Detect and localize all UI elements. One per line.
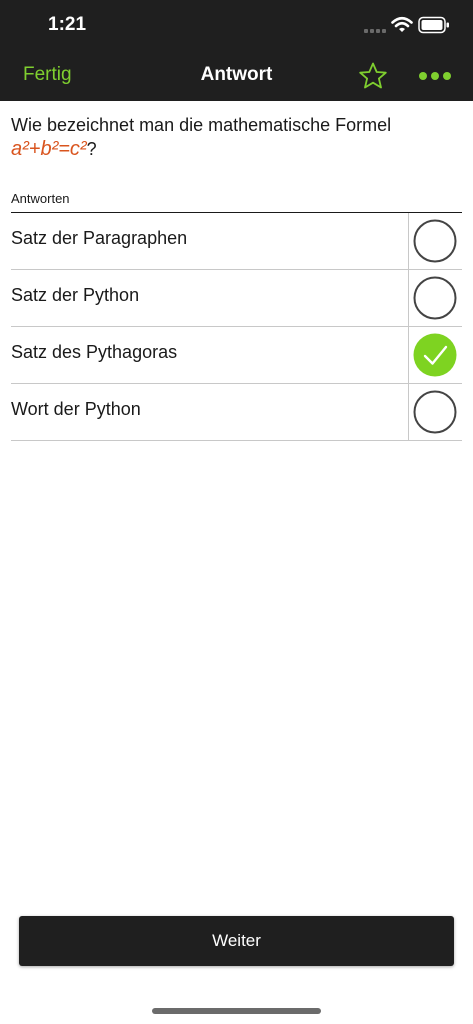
answer-divider (408, 270, 409, 327)
answer-row-3[interactable]: Satz des Pythagoras (11, 327, 462, 384)
answer-row-2[interactable]: Satz der Python (11, 270, 462, 327)
radio-unchecked-icon[interactable] (413, 276, 457, 320)
radio-unchecked-icon[interactable] (413, 390, 457, 434)
battery-icon (418, 16, 449, 34)
answer-row-4[interactable]: Wort der Python (11, 384, 462, 441)
question-formula: a²+b²=c² (11, 138, 87, 160)
answer-label: Satz der Paragraphen (11, 228, 188, 248)
status-time: 1:21 (48, 14, 87, 35)
answers-list: Satz der Paragraphen Satz der Python Sat… (11, 212, 462, 441)
question-text: Wie bezeichnet man die mathematische For… (11, 113, 461, 161)
nav-bar: Antwort Fertig (0, 52, 473, 101)
star-outline-icon[interactable] (358, 61, 388, 91)
next-button[interactable]: Weiter (19, 916, 454, 966)
signal-icon (364, 29, 386, 33)
answer-divider (408, 384, 409, 441)
answer-divider (408, 327, 409, 384)
radio-unchecked-icon[interactable] (413, 219, 457, 263)
answers-section-label: Antworten (11, 191, 70, 206)
home-indicator[interactable] (152, 1008, 321, 1014)
answer-divider (408, 213, 409, 270)
status-bar: 1:21 (0, 0, 473, 52)
wifi-icon (391, 16, 413, 32)
done-button[interactable]: Fertig (23, 64, 72, 86)
more-dots-icon[interactable] (418, 68, 452, 84)
answer-label: Satz der Python (11, 285, 140, 305)
question-body: Wie bezeichnet man die mathematische For… (11, 115, 392, 135)
answer-row-1[interactable]: Satz der Paragraphen (11, 213, 462, 270)
answer-label: Satz des Pythagoras (11, 342, 178, 362)
answer-label: Wort der Python (11, 399, 141, 419)
question-suffix: ? (86, 139, 97, 159)
check-circle-icon[interactable] (413, 333, 457, 377)
